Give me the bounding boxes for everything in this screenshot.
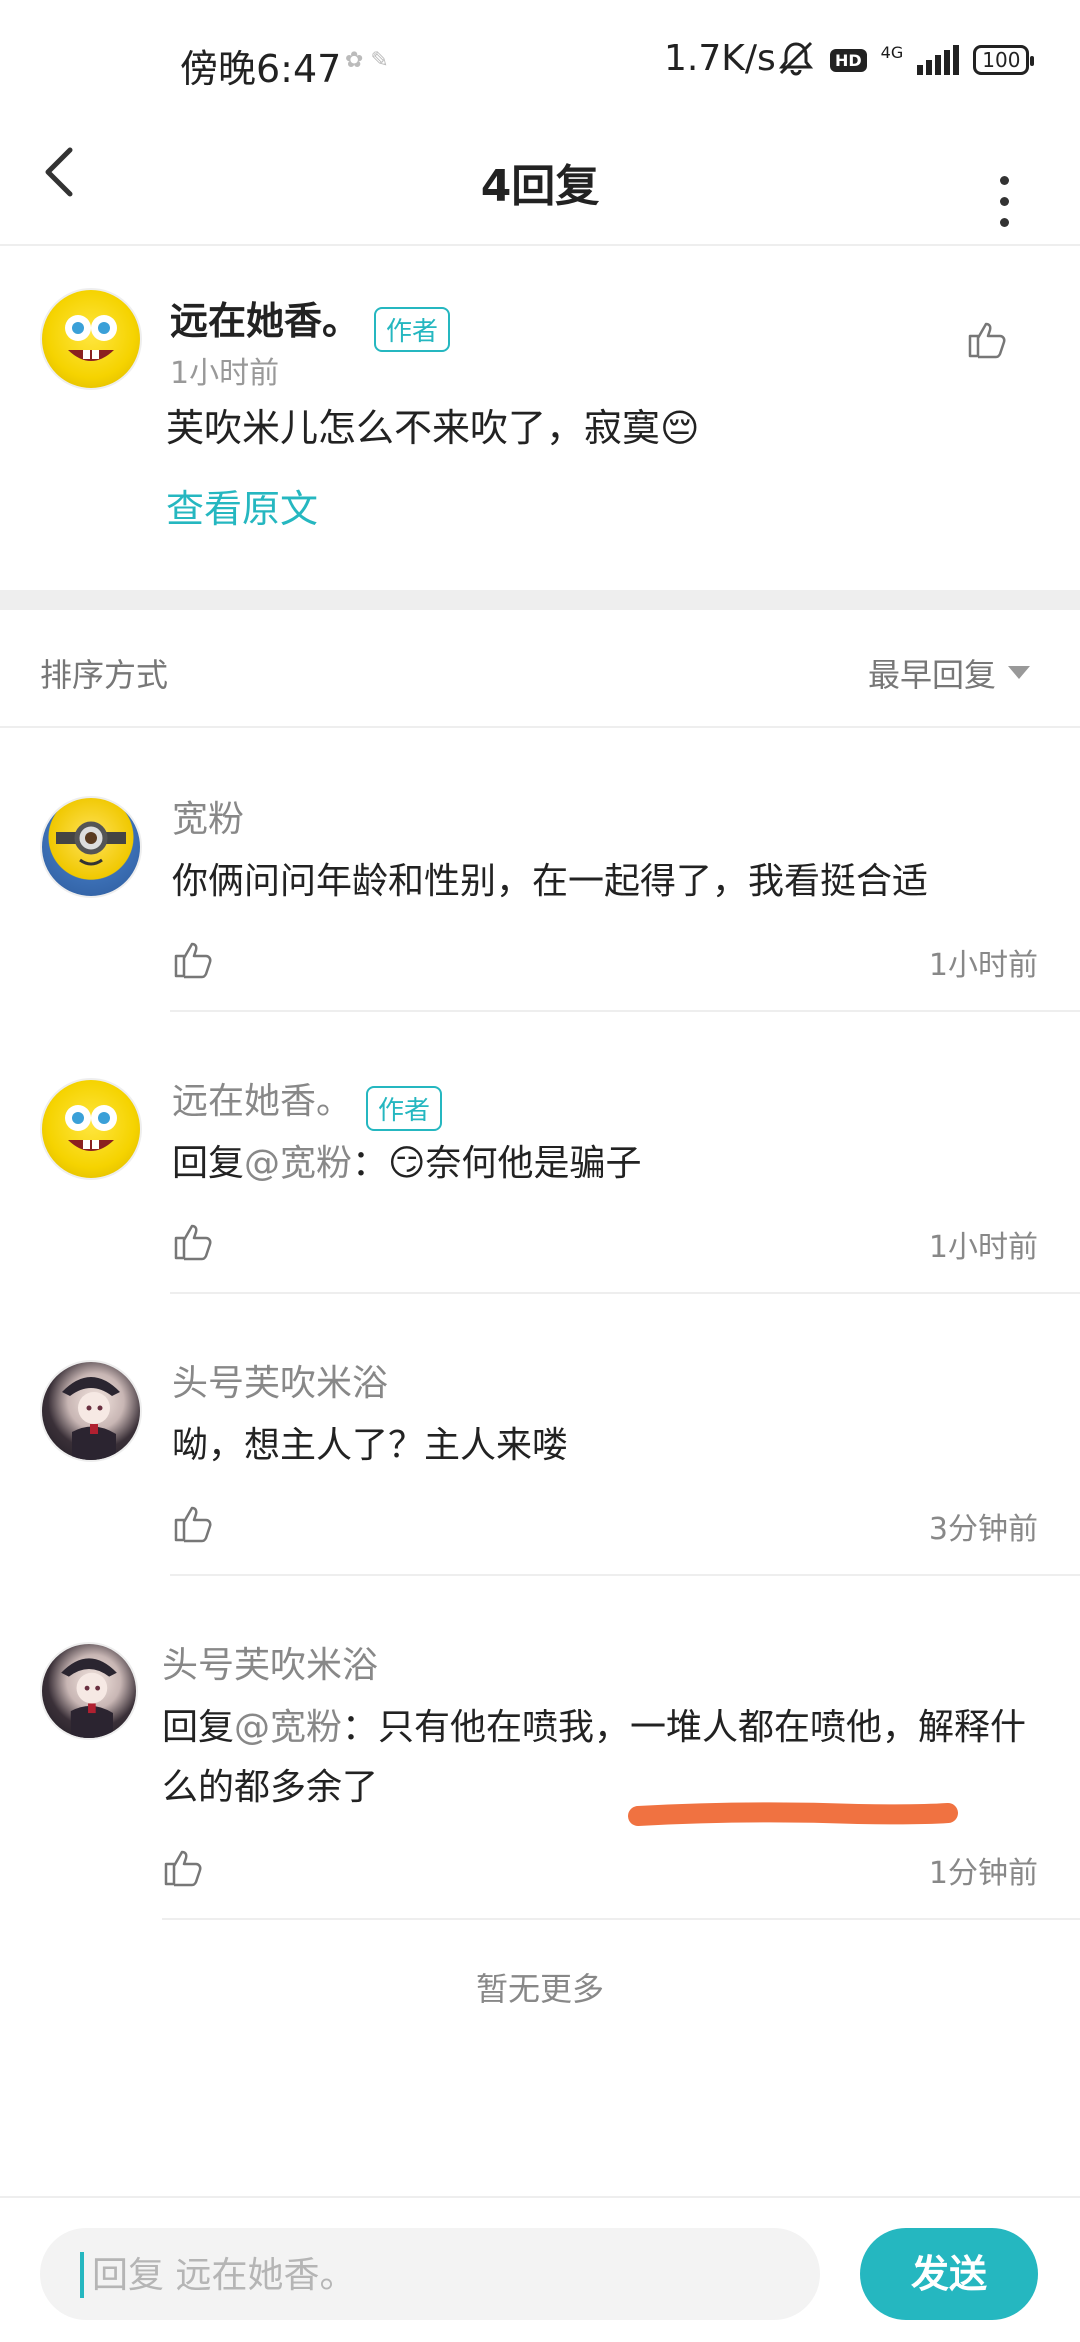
reply-time: 1小时前 — [928, 948, 1038, 983]
reply-author-name[interactable]: 宽粉 — [172, 790, 244, 842]
like-button[interactable] — [172, 1220, 214, 1266]
no-more-note: 暂无更多 — [475, 1970, 604, 2008]
network-speed: 1.7K/s — [664, 38, 776, 79]
signal-icon — [917, 45, 960, 75]
sort-label: 排序方式 — [40, 656, 169, 694]
send-button[interactable]: 发送 — [860, 2228, 1038, 2320]
thumbs-up-icon — [174, 942, 212, 979]
status-icons: HD 4G 100 — [776, 40, 1035, 80]
reply-input[interactable] — [90, 2228, 794, 2322]
battery-level: 100 — [982, 48, 1021, 72]
text-caret — [80, 2252, 84, 2298]
original-time: 1小时前 — [170, 356, 280, 391]
row-divider — [170, 1292, 1080, 1294]
reply-time: 1小时前 — [928, 1230, 1038, 1265]
battery-icon: 100 — [973, 45, 1035, 75]
reply-prefix: 回复 — [172, 1143, 245, 1184]
view-original-link[interactable]: 查看原文 — [166, 478, 318, 533]
status-bar: 傍晚6:47 ✿ ✎ 1.7K/s HD 4G 100 — [0, 0, 1080, 120]
original-author-row: 远在她香。 作者 — [170, 290, 451, 352]
sort-bar: 排序方式 最早回复 — [0, 610, 1080, 728]
reply-author-name[interactable]: 头号芙吹米浴 — [162, 1636, 378, 1688]
reply-text: 呦，想主人了？主人来喽 — [172, 1425, 569, 1466]
thumbs-up-icon — [174, 1224, 212, 1261]
more-vertical-icon — [992, 146, 1016, 227]
avatar[interactable] — [40, 1360, 142, 1462]
row-divider — [170, 1010, 1080, 1012]
sort-dropdown[interactable]: 最早回复 — [868, 650, 1031, 696]
author-badge: 作者 — [374, 307, 451, 352]
like-button[interactable] — [172, 1502, 214, 1548]
original-text: 芙吹米儿怎么不来吹了，寂寞😔 — [166, 406, 700, 450]
author-badge: 作者 — [366, 1086, 443, 1131]
reply-author-row: 远在她香。 作者 — [172, 1072, 443, 1131]
reply-prefix: 回复 — [162, 1707, 235, 1748]
reply-time: 1分钟前 — [928, 1856, 1038, 1891]
reply-text: 你俩问问年龄和性别，在一起得了，我看挺合适 — [172, 861, 929, 902]
highlight-stroke — [628, 1802, 958, 1826]
notification-icons: ✿ ✎ — [345, 48, 389, 73]
reply-input-container[interactable] — [40, 2228, 820, 2322]
mention-link[interactable]: @宽粉 — [244, 1143, 352, 1184]
like-button[interactable] — [162, 1846, 204, 1892]
thumbs-up-icon — [968, 322, 1006, 359]
reply-composer: 发送 — [0, 2196, 1080, 2342]
mute-icon — [776, 40, 816, 80]
row-divider — [162, 1918, 1080, 1920]
hd-badge-icon: HD — [830, 48, 867, 72]
thumbs-up-icon — [174, 1506, 212, 1543]
caret-down-icon — [1008, 666, 1031, 679]
like-button[interactable] — [966, 318, 1008, 364]
sort-value: 最早回复 — [868, 656, 997, 694]
avatar[interactable] — [40, 288, 142, 390]
top-nav-bar: 4回复 — [0, 120, 1080, 246]
reply-time: 3分钟前 — [928, 1512, 1038, 1547]
row-divider — [170, 1574, 1080, 1576]
page-title: 4回复 — [480, 161, 600, 212]
section-divider — [0, 590, 1080, 610]
reply-body: ：😏奈何他是骗子 — [352, 1143, 642, 1184]
reply-author-name[interactable]: 头号芙吹米浴 — [172, 1354, 388, 1406]
status-time: 傍晚6:47 — [180, 47, 342, 91]
more-options-button[interactable] — [992, 146, 1016, 239]
like-button[interactable] — [172, 938, 214, 984]
avatar[interactable] — [40, 1078, 142, 1180]
mention-link[interactable]: @宽粉 — [234, 1707, 342, 1748]
reply-text: 回复@宽粉：😏奈何他是骗子 — [172, 1134, 1032, 1194]
author-name[interactable]: 远在她香。 — [170, 299, 360, 343]
avatar[interactable] — [40, 1642, 138, 1740]
network-type: 4G — [880, 43, 904, 62]
avatar[interactable] — [40, 796, 142, 898]
thumbs-up-icon — [164, 1850, 202, 1887]
reply-author-name[interactable]: 远在她香。 — [172, 1081, 352, 1122]
